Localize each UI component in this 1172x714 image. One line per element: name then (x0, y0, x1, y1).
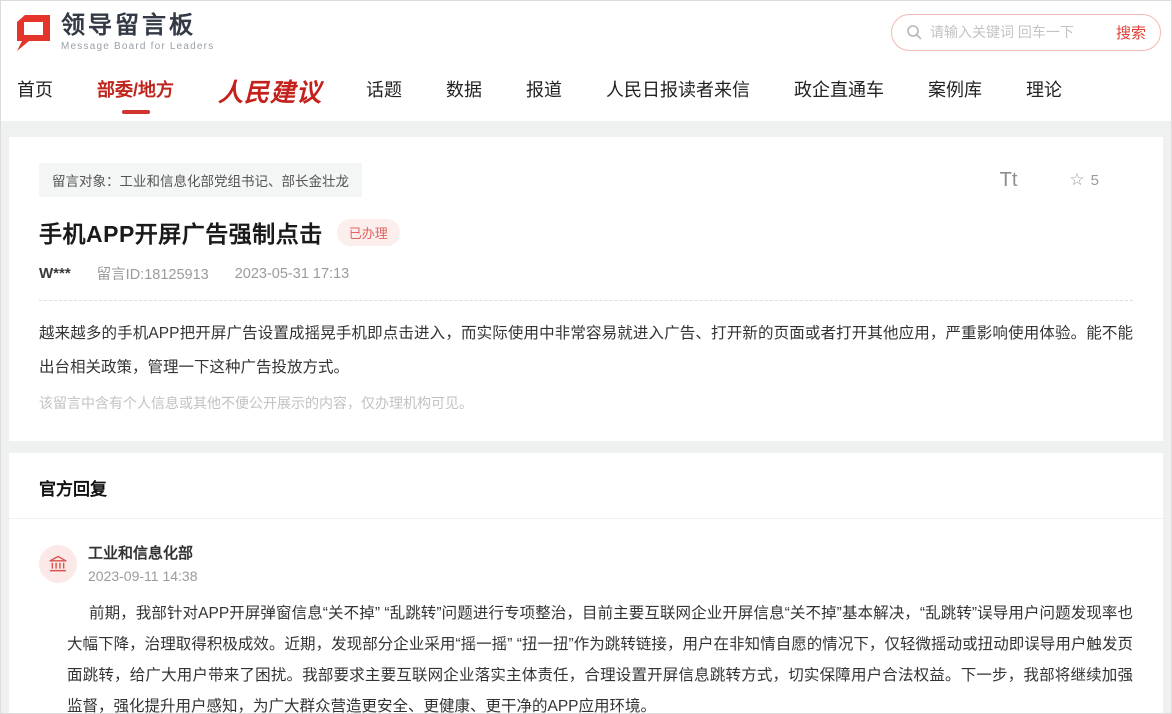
main-nav: 首页 部委/地方 人民建议 话题 数据 报道 人民日报读者来信 政企直通车 案例… (1, 63, 1171, 121)
search-box[interactable]: 搜索 (891, 14, 1161, 51)
government-building-icon (48, 554, 68, 574)
nav-item-label: 部委/地方 (97, 80, 174, 100)
nav-item-case-library[interactable]: 案例库 (926, 68, 984, 116)
reply-org-name: 工业和信息化部 (88, 545, 198, 563)
nav-item-gov-enterprise[interactable]: 政企直通车 (792, 68, 886, 116)
active-tab-underline (122, 110, 150, 114)
reply-body: 前期，我部针对APP开屏弹窗信息“关不掉” “乱跳转”问题进行专项整治，目前主要… (67, 598, 1133, 713)
privacy-note: 该留言中含有个人信息或其他不便公开展示的内容，仅办理机构可见。 (39, 393, 1133, 413)
message-bubble-logo-icon (13, 12, 53, 52)
search-button[interactable]: 搜索 (1108, 22, 1146, 43)
official-reply-header: 官方回复 (9, 453, 1163, 519)
message-card: 留言对象：工业和信息化部党组书记、部长金壮龙 Tt ☆ 5 手机APP开屏广告强… (9, 137, 1163, 441)
message-id: 留言ID:18125913 (97, 263, 209, 284)
avatar (39, 545, 77, 583)
search-input[interactable] (930, 24, 1108, 40)
site-title: 领导留言板 (61, 13, 214, 39)
message-body: 越来越多的手机APP把开屏广告设置成摇晃手机即点击进入，而实际使用中非常容易就进… (39, 317, 1133, 385)
message-title: 手机APP开屏广告强制点击 (39, 215, 323, 249)
message-card-top: 留言对象：工业和信息化部党组书记、部长金壮龙 Tt ☆ 5 (39, 163, 1133, 197)
reply-author-row: 工业和信息化部 2023-09-11 14:38 (39, 545, 1133, 584)
nav-item-topics[interactable]: 话题 (364, 68, 404, 116)
nav-item-data[interactable]: 数据 (444, 68, 484, 116)
font-size-icon[interactable]: Tt (1000, 169, 1018, 192)
message-title-row: 手机APP开屏广告强制点击 已办理 (39, 215, 1133, 249)
nav-item-reports[interactable]: 报道 (524, 68, 564, 116)
star-count: 5 (1091, 172, 1099, 189)
message-author: W*** (39, 265, 71, 282)
search-icon (906, 24, 922, 40)
dashed-divider (39, 300, 1133, 301)
star-icon: ☆ (1069, 170, 1084, 190)
message-meta: W*** 留言ID:18125913 2023-05-31 17:13 (39, 263, 1133, 284)
star-favorite-button[interactable]: ☆ 5 (1069, 170, 1099, 190)
main-content: 留言对象：工业和信息化部党组书记、部长金壮龙 Tt ☆ 5 手机APP开屏广告强… (1, 121, 1171, 713)
message-target-tag: 留言对象：工业和信息化部党组书记、部长金壮龙 (39, 163, 362, 197)
nav-item-ministries-local[interactable]: 部委/地方 (95, 68, 176, 116)
message-tools: Tt ☆ 5 (1000, 169, 1099, 192)
nav-item-theory[interactable]: 理论 (1024, 68, 1064, 116)
site-logo[interactable]: 领导留言板 Message Board for Leaders (13, 12, 214, 52)
top-header: 领导留言板 Message Board for Leaders 搜索 (1, 1, 1171, 63)
reply-author-block: 工业和信息化部 2023-09-11 14:38 (88, 545, 198, 584)
page: 领导留言板 Message Board for Leaders 搜索 首页 部委… (0, 0, 1172, 714)
official-reply-card: 官方回复 工业和信息化部 (9, 453, 1163, 713)
nav-item-people-suggestions[interactable]: 人民建议 (216, 65, 324, 119)
status-badge: 已办理 (337, 219, 400, 246)
site-subtitle: Message Board for Leaders (61, 41, 214, 52)
reply-timestamp: 2023-09-11 14:38 (88, 568, 198, 584)
message-timestamp: 2023-05-31 17:13 (235, 266, 350, 282)
nav-item-home[interactable]: 首页 (15, 68, 55, 116)
nav-item-readers-letters[interactable]: 人民日报读者来信 (604, 68, 752, 116)
reply-item: 工业和信息化部 2023-09-11 14:38 前期，我部针对APP开屏弹窗信… (9, 519, 1163, 713)
site-title-block: 领导留言板 Message Board for Leaders (61, 13, 214, 52)
